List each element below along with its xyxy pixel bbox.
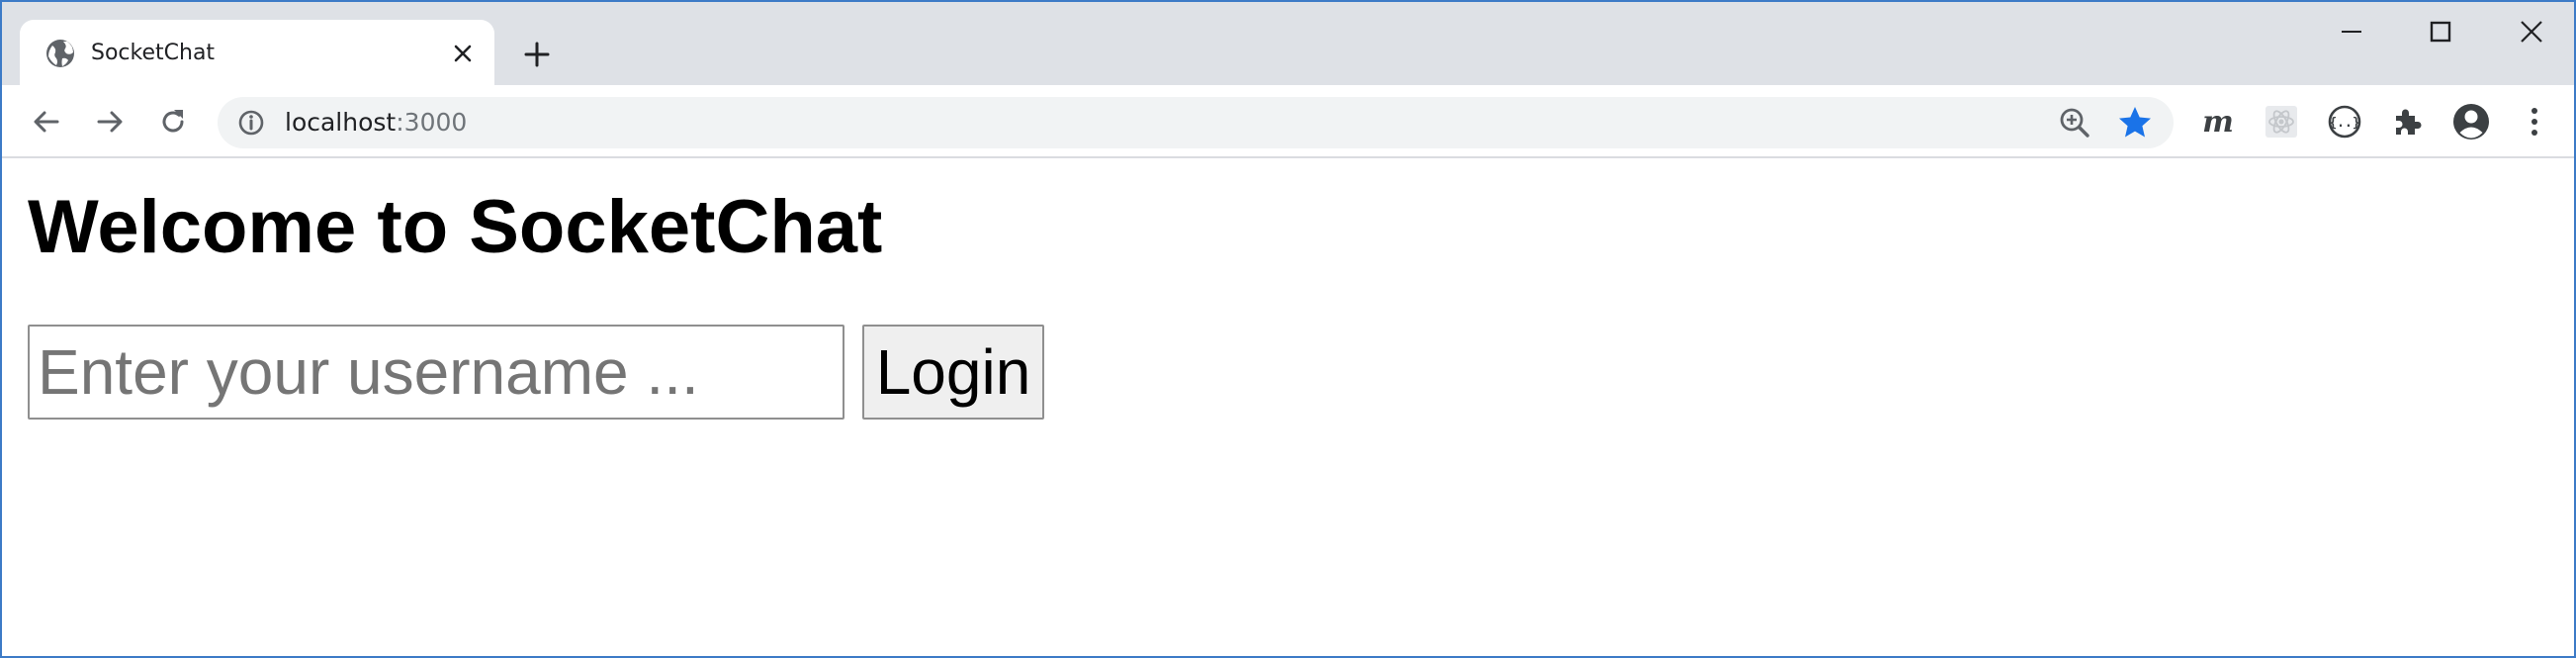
url-host: localhost bbox=[285, 108, 397, 137]
profile-avatar-icon[interactable] bbox=[2448, 99, 2494, 144]
url-text: localhost:3000 bbox=[285, 106, 467, 140]
login-button[interactable]: Login bbox=[862, 325, 1044, 420]
tab-strip: SocketChat bbox=[2, 2, 2574, 87]
page-title: Welcome to SocketChat bbox=[28, 185, 883, 269]
browser-menu-icon[interactable] bbox=[2512, 99, 2557, 144]
svg-text:{..}: {..} bbox=[2329, 116, 2359, 131]
json-viewer-icon[interactable]: {..} bbox=[2322, 99, 2367, 144]
globe-icon bbox=[44, 37, 77, 70]
back-icon[interactable] bbox=[24, 99, 69, 144]
react-devtools-icon[interactable] bbox=[2259, 99, 2304, 144]
url-port: :3000 bbox=[396, 108, 468, 137]
tab-title: SocketChat bbox=[91, 41, 216, 65]
close-tab-icon[interactable] bbox=[447, 38, 479, 69]
site-info-icon[interactable] bbox=[235, 107, 267, 139]
bookmark-star-icon[interactable] bbox=[2116, 104, 2154, 141]
reload-icon[interactable] bbox=[150, 99, 196, 144]
forward-icon[interactable] bbox=[87, 99, 133, 144]
browser-toolbar: localhost:3000 m {..} bbox=[2, 85, 2574, 158]
browser-window: SocketChat localhost:3000 m {..} Welcome… bbox=[0, 0, 2576, 658]
extensions-puzzle-icon[interactable] bbox=[2385, 99, 2431, 144]
tab-socketchat[interactable]: SocketChat bbox=[20, 20, 494, 87]
new-tab-icon[interactable] bbox=[516, 34, 558, 75]
username-input[interactable] bbox=[28, 325, 844, 420]
address-bar[interactable]: localhost:3000 bbox=[218, 97, 2174, 148]
m-extension-icon[interactable]: m bbox=[2195, 99, 2241, 144]
page-content: Welcome to SocketChat Login bbox=[2, 160, 2574, 656]
close-window-icon[interactable] bbox=[2502, 10, 2561, 53]
maximize-icon[interactable] bbox=[2411, 10, 2470, 53]
zoom-icon[interactable] bbox=[2057, 105, 2092, 141]
svg-text:m: m bbox=[2202, 105, 2234, 140]
minimize-icon[interactable] bbox=[2322, 10, 2381, 53]
